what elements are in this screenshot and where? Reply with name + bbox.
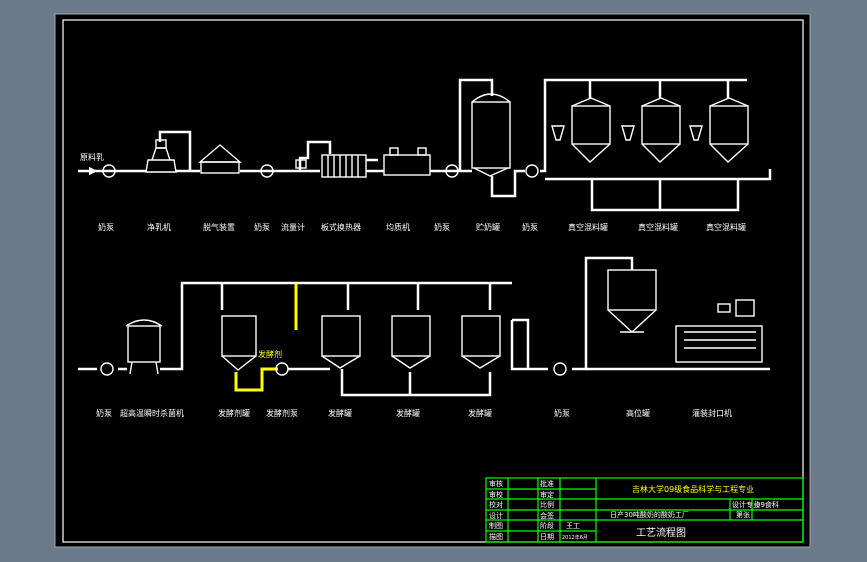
row1-label-flow-meter: 流量计 bbox=[281, 222, 305, 232]
row2-label-filling-machine: 灌装封口机 bbox=[692, 408, 732, 418]
tb-author: 王工 bbox=[566, 522, 580, 530]
tb-left-1: 审校 bbox=[489, 490, 503, 499]
tb-left-2: 校对 bbox=[489, 500, 503, 509]
tb-left-3: 设计 bbox=[489, 511, 503, 520]
row2-label-starter-tank: 发酵剂罐 bbox=[218, 408, 250, 418]
row1-label-pump-3: 奶泵 bbox=[434, 222, 450, 232]
row1-label-pump-2: 奶泵 bbox=[254, 222, 270, 232]
tb-left-5: 描图 bbox=[489, 532, 503, 541]
row2-label-fermentation-tank-3: 发酵罐 bbox=[468, 408, 492, 418]
drawing-sheet bbox=[54, 13, 811, 548]
row1-label-mixing-tank-1: 真空混料罐 bbox=[568, 222, 608, 232]
row1-label-heat-exchanger: 板式换热器 bbox=[321, 222, 361, 232]
row1-label-storage-tank: 贮奶罐 bbox=[476, 222, 500, 232]
tb-date: 2012年6月 bbox=[562, 534, 588, 541]
tb-mid-1: 审定 bbox=[540, 490, 554, 499]
tb-mid-2: 比例 bbox=[540, 500, 554, 509]
tb-mid-0: 批准 bbox=[540, 479, 554, 488]
row1-label-pump-4: 奶泵 bbox=[522, 222, 538, 232]
starter-tag: 发酵剂 bbox=[258, 349, 282, 359]
inlet-label: 原料乳 bbox=[80, 152, 104, 162]
tb-mid-3: 会签 bbox=[540, 511, 554, 520]
tb-mid-4: 阶段 bbox=[540, 521, 554, 530]
row2-label-pump-6: 奶泵 bbox=[554, 408, 570, 418]
tb-sheet: 第张 bbox=[736, 510, 750, 519]
row1-label-separator: 净乳机 bbox=[147, 222, 171, 232]
row1-label-homogenizer: 均质机 bbox=[386, 222, 410, 232]
row2-label-fermentation-tank-2: 发酵罐 bbox=[396, 408, 420, 418]
row1-label-pump-1: 奶泵 bbox=[98, 222, 114, 232]
row1-label-deaerator: 脱气装置 bbox=[203, 222, 235, 232]
process-flow-drawing: 原料乳 奶泵 净乳机 脱气装置 奶泵 流量计 板式换热器 均质机 奶泵 贮奶罐 … bbox=[54, 13, 811, 548]
tb-left-4: 制图 bbox=[489, 521, 503, 530]
tb-left-0: 审核 bbox=[489, 479, 503, 488]
row2-label-fermentation-tank-1: 发酵罐 bbox=[328, 408, 352, 418]
row1-label-mixing-tank-2: 真空混料罐 bbox=[638, 222, 678, 232]
tb-school: 吉林大学09级食品科学与工程专业 bbox=[632, 484, 754, 494]
row2-label-pump-5: 奶泵 bbox=[96, 408, 112, 418]
tb-mid-5: 日期 bbox=[540, 533, 554, 541]
tb-project: 日产30吨酸奶的酸奶工厂 bbox=[610, 510, 689, 519]
row2-label-header-tank: 高位罐 bbox=[626, 408, 650, 418]
tb-drawing-title: 工艺流程图 bbox=[636, 526, 686, 539]
row1-label-mixing-tank-3: 真空混料罐 bbox=[706, 222, 746, 232]
tb-class-value: 09食科 bbox=[756, 500, 779, 509]
row2-label-starter-pump: 发酵剂泵 bbox=[266, 408, 298, 418]
row2-label-uht-sterilizer: 超高温瞬时杀菌机 bbox=[120, 408, 184, 418]
